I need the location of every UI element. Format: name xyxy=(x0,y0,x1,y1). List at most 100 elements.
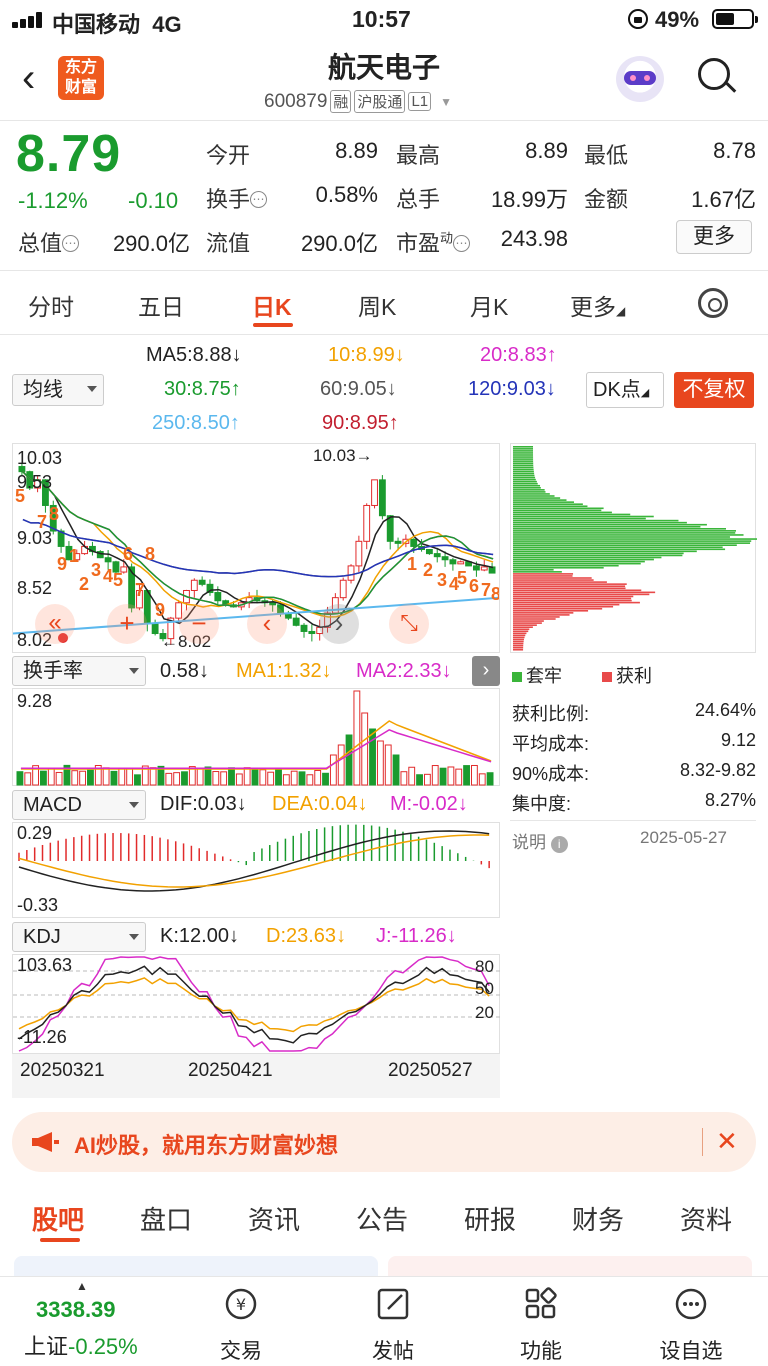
index-value[interactable]: 3338.39 xyxy=(36,1297,116,1323)
close-icon[interactable]: ✕ xyxy=(716,1126,738,1157)
td-signal-label: 6 xyxy=(469,576,479,596)
turnover-current: 0.58↓ xyxy=(160,660,209,682)
kdj-bottom-label: -11.26 xyxy=(17,1027,67,1047)
tab-more[interactable]: 更多◢ xyxy=(570,288,625,322)
turnover-bar xyxy=(243,767,251,786)
high-value: 8.89 xyxy=(525,138,568,163)
turnover-bar xyxy=(228,767,235,786)
gear-icon[interactable] xyxy=(698,288,728,318)
nav-functions[interactable]: 功能 xyxy=(496,1335,586,1365)
chip-bar xyxy=(513,601,640,604)
expand-icon[interactable]: › xyxy=(472,656,500,686)
stock-code-row[interactable]: 600879 融 沪股通 L1 ▼ xyxy=(264,90,452,113)
fullscreen-icon[interactable]: ⤡ xyxy=(389,604,429,644)
ai-assistant-icon[interactable] xyxy=(616,56,664,102)
ma20-label: 20:8.83↑ xyxy=(480,344,557,366)
turnover-bar xyxy=(165,772,173,786)
chip-bar xyxy=(513,581,607,583)
caret-up-icon: ▲ xyxy=(76,1279,88,1293)
back-icon[interactable]: ‹ xyxy=(22,58,52,98)
turnover-bar xyxy=(470,764,478,786)
chip-bar xyxy=(513,603,620,606)
turnover-bar xyxy=(455,768,463,786)
chip-bar xyxy=(513,546,723,549)
turnover-bar xyxy=(47,767,55,786)
tab-five-day[interactable]: 五日 xyxy=(138,288,184,322)
turnover-label[interactable]: 换手 ⋯ xyxy=(206,182,268,214)
mktcap-label[interactable]: 总值 ⋯ xyxy=(18,226,80,258)
ai-promo-banner[interactable]: AI炒股，就用东方财富妙想 ✕ xyxy=(12,1112,756,1172)
scroll-left-icon[interactable]: « xyxy=(35,604,75,644)
macd-chart[interactable]: 0.29 -0.33 xyxy=(12,822,500,918)
prev-icon[interactable]: ‹ xyxy=(247,604,287,644)
kdj-chart[interactable]: 103.63 -11.26 80 50 20 xyxy=(12,954,501,1054)
zoom-out-icon[interactable]: − xyxy=(179,604,219,644)
trade-icon[interactable]: ¥ xyxy=(224,1287,258,1321)
pe-label[interactable]: 市盈动 ⋯ xyxy=(396,226,471,258)
profit-ratio-label: 获利比例: xyxy=(512,704,590,724)
tab-forum[interactable]: 股吧 xyxy=(32,1200,84,1237)
turnover-bar xyxy=(431,765,439,786)
chip-bar xyxy=(513,573,574,575)
next-icon[interactable]: › xyxy=(319,604,359,644)
divider xyxy=(0,334,768,335)
tab-weekly-k[interactable]: 周K xyxy=(358,288,396,322)
chip-bar xyxy=(513,579,594,581)
zoom-in-icon[interactable]: + xyxy=(107,604,147,644)
td-signal-label: 9 xyxy=(57,554,67,574)
turnover-bar xyxy=(306,774,314,786)
kline-chart[interactable]: 578912345687912345678 10.03 9.53 9.03 8.… xyxy=(12,443,500,653)
ma-selector[interactable]: 均线 xyxy=(12,374,104,406)
tab-intraday[interactable]: 分时 xyxy=(28,288,74,322)
compose-icon[interactable] xyxy=(376,1287,410,1321)
nav-post[interactable]: 发帖 xyxy=(348,1335,438,1365)
chip-bar xyxy=(513,505,588,508)
change-value: -0.10 xyxy=(128,188,179,213)
explain-link[interactable]: 说明 i xyxy=(512,828,568,853)
candle-body xyxy=(363,504,371,542)
search-icon[interactable] xyxy=(698,58,737,96)
kdj-selector[interactable]: KDJ xyxy=(12,922,146,952)
chip-bar xyxy=(513,534,744,536)
date-axis: 20250321 20250421 20250527 xyxy=(12,1054,500,1098)
more-circle-icon[interactable] xyxy=(674,1287,708,1321)
ma30-label: 30:8.75↑ xyxy=(164,378,241,400)
chip-bar xyxy=(513,636,525,639)
turnover-chart[interactable]: 9.28 xyxy=(12,688,500,786)
chip-bar xyxy=(513,577,592,579)
macd-svg xyxy=(18,824,490,892)
macd-selector[interactable]: MACD xyxy=(12,790,146,820)
tab-research[interactable]: 研报 xyxy=(464,1200,516,1237)
tab-news[interactable]: 资讯 xyxy=(248,1200,300,1237)
nav-trade[interactable]: 交易 xyxy=(196,1335,286,1365)
candle-body xyxy=(457,561,465,565)
tab-orderbook[interactable]: 盘口 xyxy=(140,1200,192,1237)
signal-icon xyxy=(12,12,46,28)
td-signal-label: 8 xyxy=(49,504,59,524)
chip-bar xyxy=(513,612,574,614)
pe-value: 243.98 xyxy=(500,226,568,251)
chip-bar xyxy=(513,544,737,546)
ma250-label: 250:8.50↑ xyxy=(152,412,240,434)
tab-daily-k[interactable]: 日K xyxy=(252,288,292,322)
tab-monthly-k[interactable]: 月K xyxy=(470,288,508,322)
tab-announcements[interactable]: 公告 xyxy=(356,1200,408,1237)
dk-point-button[interactable]: DK点◢ xyxy=(586,372,664,408)
tab-financials[interactable]: 财务 xyxy=(572,1200,624,1237)
turnover-bar xyxy=(212,771,220,786)
kdj-d: D:23.63↓ xyxy=(266,925,347,947)
chip-bar xyxy=(513,632,527,635)
chip-bar xyxy=(513,564,619,567)
turnover-selector[interactable]: 换手率 xyxy=(12,656,146,686)
turnover-bar xyxy=(149,767,157,786)
chip-bar xyxy=(513,525,701,528)
more-button[interactable]: 更多 xyxy=(676,220,752,254)
kdj-k: K:12.00↓ xyxy=(160,925,239,947)
nav-watchlist[interactable]: 设自选 xyxy=(646,1335,736,1365)
chip-bar xyxy=(513,464,534,467)
tab-profile[interactable]: 资料 xyxy=(680,1200,732,1237)
apps-icon[interactable] xyxy=(524,1287,558,1321)
index-row[interactable]: 上证-0.25% xyxy=(24,1329,138,1361)
no-adjust-button[interactable]: 不复权 xyxy=(674,372,754,408)
avg-cost-label: 平均成本: xyxy=(512,734,590,754)
